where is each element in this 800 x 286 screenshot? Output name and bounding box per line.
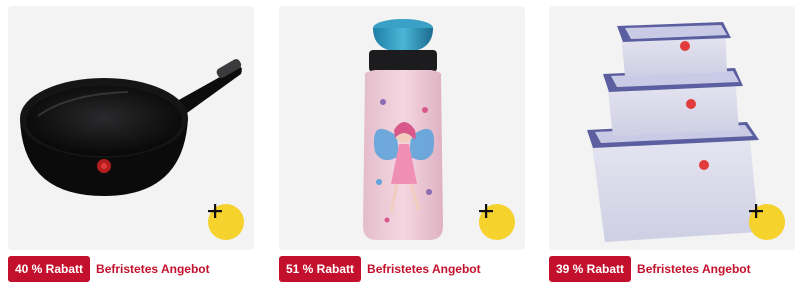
product-card-pan[interactable]: 40 % Rabatt Befristetes Angebot xyxy=(8,0,254,286)
plus-icon xyxy=(749,204,763,218)
limited-offer-label: Befristetes Angebot xyxy=(367,262,481,276)
limited-offer-label: Befristetes Angebot xyxy=(637,262,751,276)
discount-badge: 40 % Rabatt xyxy=(8,256,91,282)
discount-badge: 39 % Rabatt xyxy=(549,256,632,282)
add-to-cart-button[interactable] xyxy=(749,204,785,240)
discount-badge: 51 % Rabatt xyxy=(279,256,362,282)
deal-row: 51 % Rabatt Befristetes Angebot xyxy=(279,256,481,282)
product-image-frying-pan[interactable] xyxy=(8,6,254,250)
plus-icon xyxy=(479,204,493,218)
deal-row: 40 % Rabatt Befristetes Angebot xyxy=(8,256,210,282)
plus-icon xyxy=(208,204,222,218)
add-to-cart-button[interactable] xyxy=(479,204,515,240)
limited-offer-label: Befristetes Angebot xyxy=(96,262,210,276)
product-card-bottle[interactable]: 51 % Rabatt Befristetes Angebot xyxy=(279,0,525,286)
product-card-containers[interactable]: 39 % Rabatt Befristetes Angebot xyxy=(549,0,795,286)
product-image-water-bottle[interactable] xyxy=(279,6,525,250)
add-to-cart-button[interactable] xyxy=(208,204,244,240)
product-image-storage-containers[interactable] xyxy=(549,6,795,250)
deal-row: 39 % Rabatt Befristetes Angebot xyxy=(549,256,751,282)
